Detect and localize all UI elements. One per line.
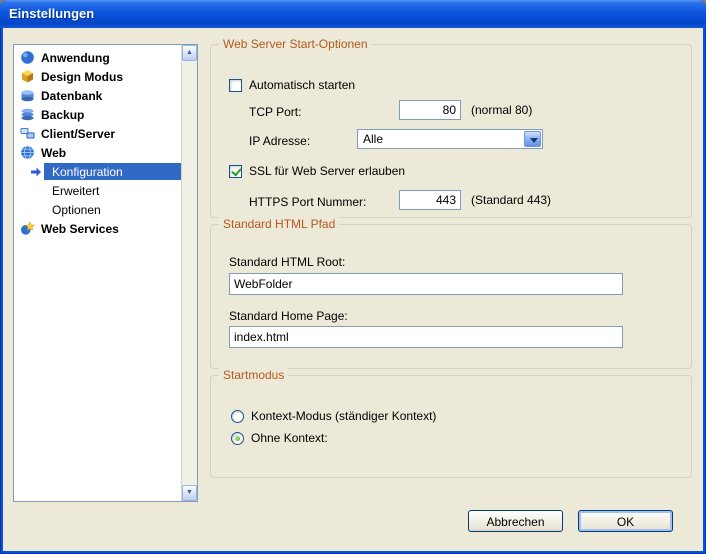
database-icon [20, 88, 35, 103]
client-server-icon [20, 126, 35, 141]
context-mode-radio[interactable] [231, 410, 244, 423]
autostart-checkbox-label[interactable]: Automatisch starten [249, 78, 355, 93]
no-context-radio[interactable] [231, 432, 244, 445]
sidebar-item-web[interactable]: Web [14, 143, 181, 162]
sidebar-item-label: Konfiguration [52, 164, 123, 179]
context-mode-radio-label[interactable]: Kontext-Modus (ständiger Kontext) [251, 409, 436, 424]
https-port-hint: (Standard 443) [471, 193, 552, 207]
sidebar-item-label: Design Modus [41, 69, 124, 84]
no-context-radio-label[interactable]: Ohne Kontext: [251, 431, 328, 446]
sidebar-item-erweitert[interactable]: Erweitert [14, 181, 181, 200]
ip-address-label: IP Adresse: [249, 134, 311, 148]
tcp-port-input[interactable] [399, 100, 461, 120]
selected-arrow-icon [30, 166, 42, 181]
html-root-input[interactable] [229, 273, 623, 295]
https-port-label: HTTPS Port Nummer: [249, 195, 367, 209]
backup-icon [20, 107, 35, 122]
ssl-checkbox-label[interactable]: SSL für Web Server erlauben [249, 164, 405, 179]
dropdown-arrow-icon[interactable] [524, 131, 541, 147]
sidebar-item-backup[interactable]: Backup [14, 105, 181, 124]
ip-address-select[interactable]: Alle [357, 129, 543, 149]
sidebar-item-label: Web Services [41, 221, 119, 236]
group-web-server-start-options: Web Server Start-Optionen Automatisch st… [210, 37, 692, 218]
cancel-button[interactable]: Abbrechen [468, 510, 563, 532]
sidebar-item-label: Erweitert [52, 183, 100, 198]
scroll-down-button[interactable]: ▼ [182, 485, 197, 501]
tcp-port-hint: (normal 80) [471, 103, 533, 117]
sidebar-item-optionen[interactable]: Optionen [14, 200, 181, 219]
design-icon [20, 69, 35, 84]
ssl-checkbox[interactable] [229, 165, 242, 178]
group-startmodus: Startmodus Kontext-Modus (ständiger Kont… [210, 368, 692, 478]
sidebar-item-label: Optionen [52, 202, 101, 217]
group-standard-html-path: Standard HTML Pfad Standard HTML Root: S… [210, 217, 692, 369]
group-title: Startmodus [219, 368, 289, 382]
home-page-input[interactable] [229, 326, 623, 348]
web-globe-icon [20, 145, 35, 160]
html-root-label: Standard HTML Root: [229, 255, 346, 269]
sidebar-item-design-modus[interactable]: Design Modus [14, 67, 181, 86]
sidebar-scrollbar[interactable]: ▲ ▼ [181, 45, 197, 501]
sidebar-item-label: Client/Server [41, 126, 116, 141]
sidebar-item-web-services[interactable]: Web Services [14, 219, 181, 238]
sidebar-item-datenbank[interactable]: Datenbank [14, 86, 181, 105]
category-list: Anwendung Design Modus Datenbank Backup … [14, 45, 181, 501]
scroll-up-button[interactable]: ▲ [182, 45, 197, 61]
settings-dialog: Einstellungen Anwendung Design Modus Dat… [0, 0, 706, 554]
home-page-label: Standard Home Page: [229, 309, 348, 323]
autostart-checkbox[interactable] [229, 79, 242, 92]
https-port-input[interactable] [399, 190, 461, 210]
sidebar-item-label: Anwendung [41, 50, 110, 65]
group-title: Web Server Start-Optionen [219, 37, 372, 51]
sidebar-item-anwendung[interactable]: Anwendung [14, 48, 181, 67]
web-services-icon [20, 221, 36, 236]
sidebar-item-label: Datenbank [41, 88, 103, 103]
sidebar-item-label: Backup [41, 107, 85, 122]
titlebar[interactable]: Einstellungen [0, 0, 706, 28]
sidebar-item-konfiguration[interactable]: Konfiguration [14, 162, 181, 181]
group-title: Standard HTML Pfad [219, 217, 340, 231]
ok-button[interactable]: OK [578, 510, 673, 532]
tcp-port-label: TCP Port: [249, 105, 302, 119]
window-title: Einstellungen [9, 6, 95, 21]
dialog-body: Anwendung Design Modus Datenbank Backup … [3, 28, 703, 551]
settings-category-list: Anwendung Design Modus Datenbank Backup … [13, 44, 198, 502]
application-icon [20, 50, 35, 65]
sidebar-item-label: Web [41, 145, 67, 160]
sidebar-item-client-server[interactable]: Client/Server [14, 124, 181, 143]
ip-address-value: Alle [363, 132, 384, 146]
